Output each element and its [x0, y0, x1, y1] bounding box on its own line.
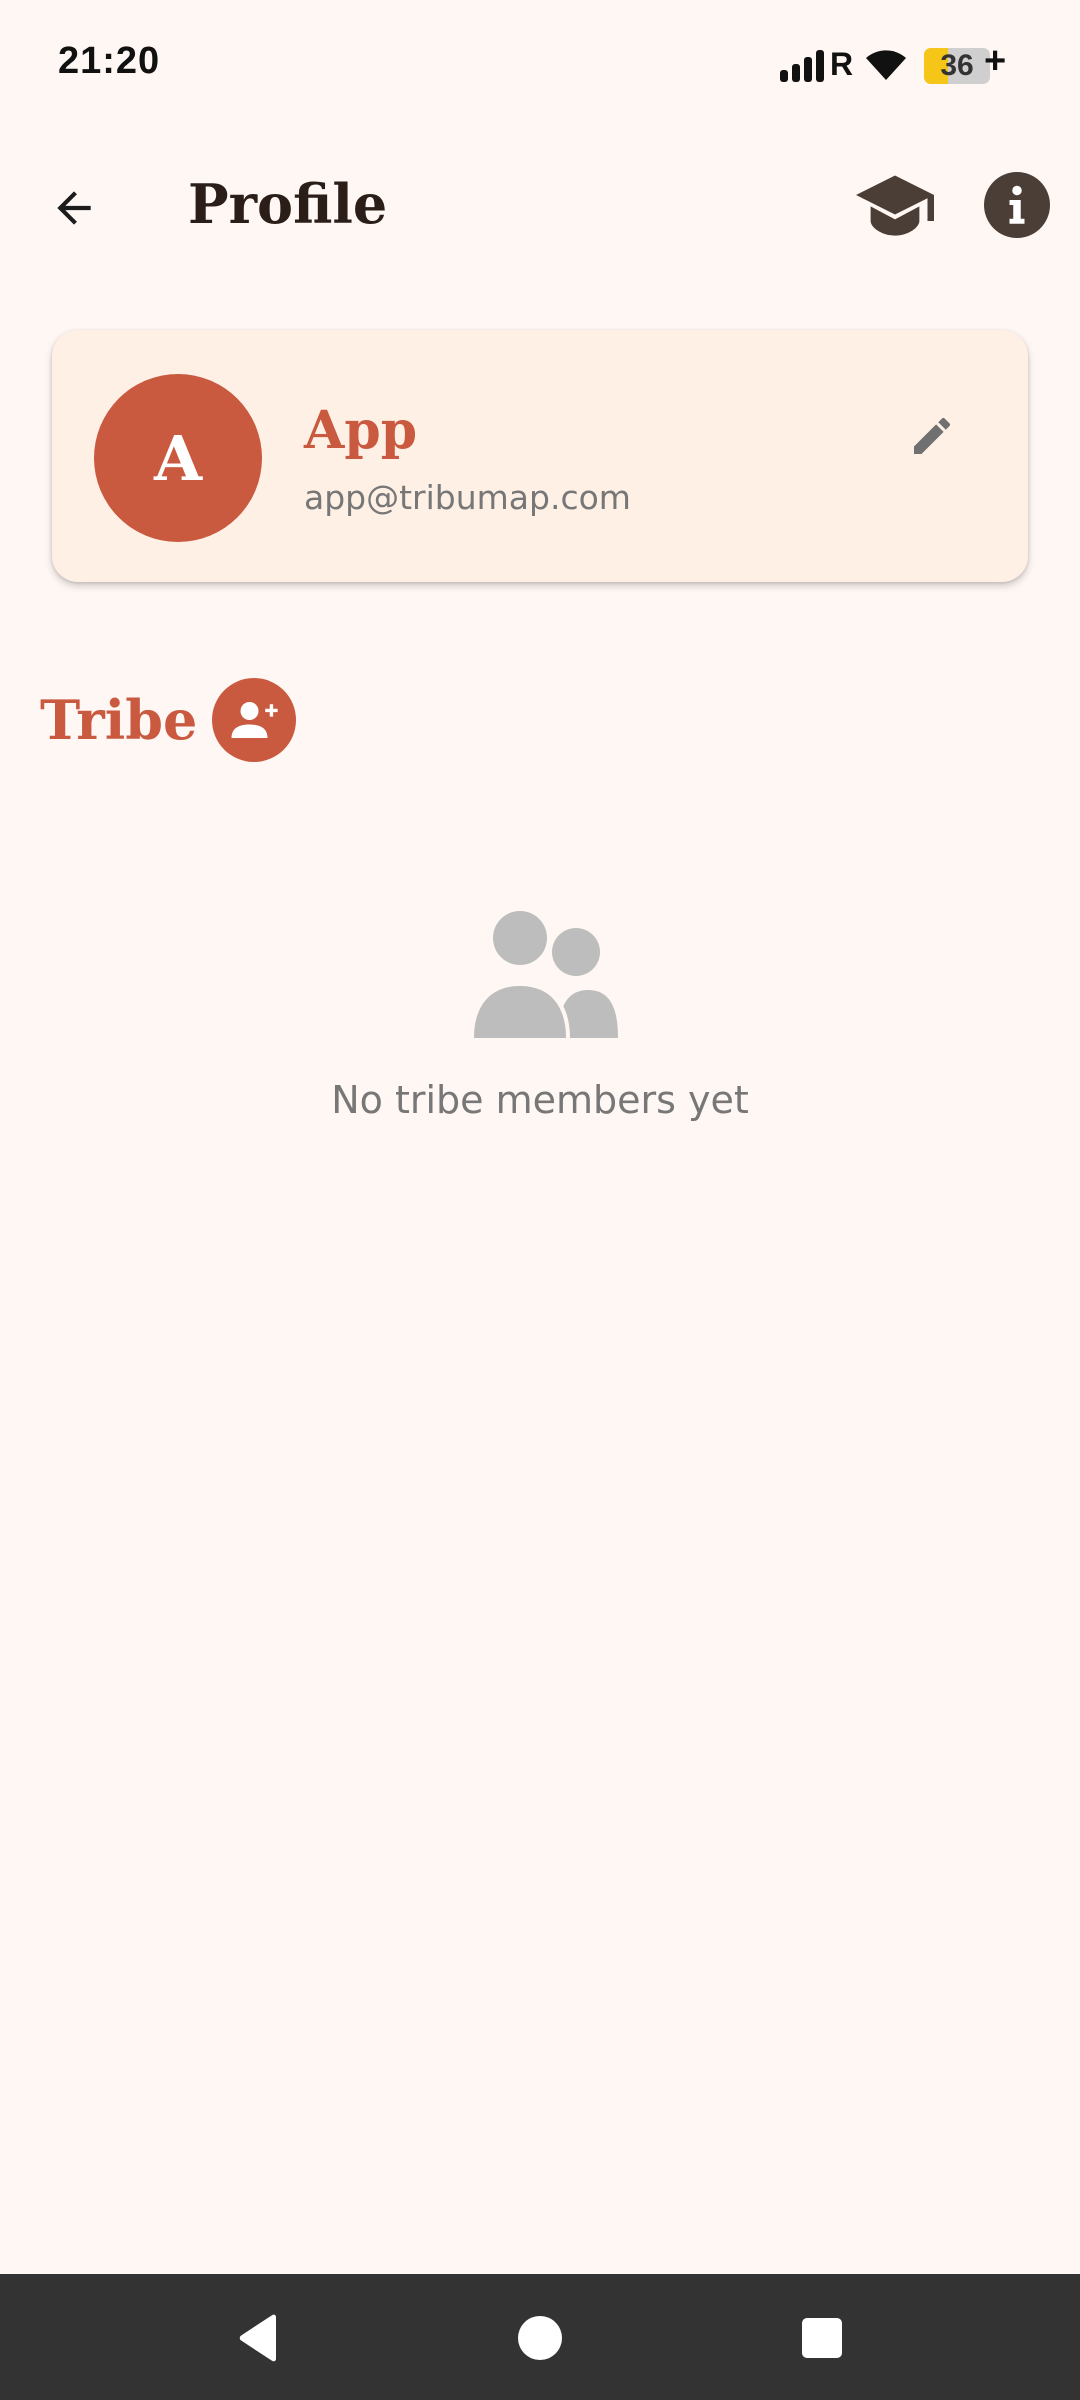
pencil-icon	[914, 417, 951, 454]
edit-profile-button[interactable]	[892, 396, 972, 476]
triangle-back-icon	[239, 2314, 276, 2362]
page-title: Profile	[188, 172, 388, 236]
tribe-title: Tribe	[40, 688, 198, 752]
arrow-left-icon	[57, 191, 91, 225]
profile-email: app@tribumap.com	[304, 478, 631, 517]
info-icon	[1009, 185, 1025, 224]
charging-indicator: +	[984, 40, 1007, 82]
status-time: 21:20	[58, 40, 161, 82]
status-bar: 21:20 R 36 +	[0, 0, 1080, 130]
profile-name: App	[304, 400, 418, 461]
graduation-cap-icon	[856, 175, 934, 236]
app-bar: Profile	[0, 150, 1080, 260]
nav-back-button[interactable]	[216, 2296, 300, 2380]
learn-button[interactable]	[850, 168, 940, 248]
circle-home-icon	[518, 2316, 562, 2360]
avatar: A	[94, 374, 262, 542]
wifi-icon	[866, 50, 906, 80]
nav-home-button[interactable]	[498, 2296, 582, 2380]
profile-screen: 21:20 R 36 + Profile A App app@tribumap.…	[0, 0, 1080, 2400]
empty-message: No tribe members yet	[331, 1078, 749, 1122]
battery-icon: 36	[924, 48, 990, 84]
profile-card[interactable]: A App app@tribumap.com	[52, 330, 1028, 582]
square-recents-icon	[802, 2318, 842, 2358]
back-button[interactable]	[34, 168, 114, 248]
system-nav-bar	[0, 2274, 1080, 2400]
nav-recents-button[interactable]	[780, 2296, 864, 2380]
info-button[interactable]	[984, 172, 1050, 238]
add-member-button[interactable]	[212, 678, 296, 762]
tribe-empty-state: No tribe members yet	[0, 900, 1080, 1140]
people-icon	[470, 910, 618, 1038]
battery-level: 36	[940, 49, 974, 82]
network-type-label: R	[830, 46, 854, 82]
avatar-letter: A	[153, 421, 203, 495]
add-person-icon	[231, 702, 278, 738]
